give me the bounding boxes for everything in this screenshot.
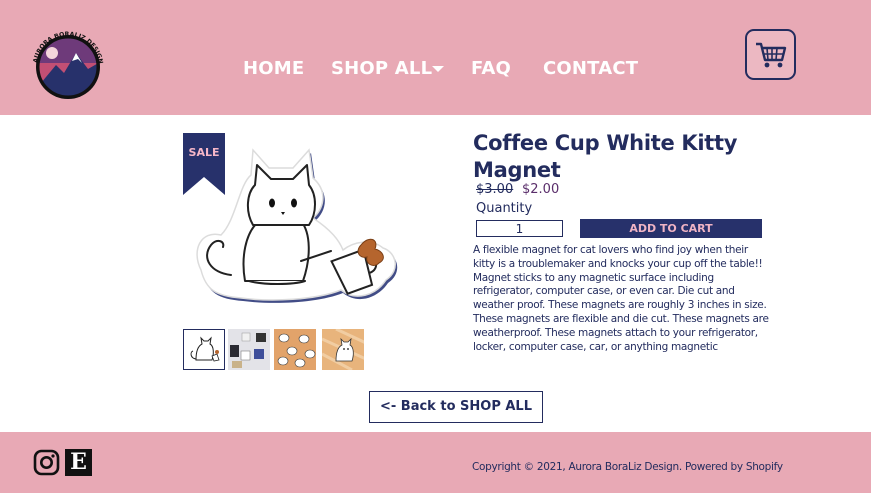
product-title: Coffee Cup White Kitty Magnet [473, 131, 738, 182]
thumbnail-1[interactable] [183, 329, 225, 370]
site-header [0, 0, 871, 115]
thumbnail-2[interactable] [228, 329, 270, 370]
product-description: A flexible magnet for cat lovers who fin… [473, 244, 769, 353]
original-price: $3.00 [476, 182, 514, 197]
instagram-icon[interactable] [33, 449, 60, 476]
back-to-shop-button[interactable]: <- Back to SHOP ALL [369, 391, 543, 423]
add-to-cart-button[interactable]: ADD TO CART [580, 219, 762, 238]
cart-icon [755, 42, 786, 67]
thumbnail-3[interactable] [274, 329, 316, 370]
nav-home[interactable]: HOME [243, 58, 304, 79]
chevron-down-icon[interactable] [432, 66, 444, 72]
sale-badge-label: SALE [188, 146, 220, 159]
nav-faq[interactable]: FAQ [471, 58, 511, 79]
quantity-label: Quantity [476, 201, 533, 216]
copyright-text: Copyright © 2021, Aurora BoraLiz Design.… [472, 461, 783, 473]
sale-badge [183, 133, 225, 195]
cart-button[interactable] [745, 29, 796, 80]
quantity-input[interactable] [476, 220, 563, 237]
nav-shop-all[interactable]: SHOP ALL [331, 58, 432, 79]
thumbnail-4[interactable] [322, 329, 364, 370]
brand-logo[interactable]: AURORA BORALIZ DESIGN [32, 27, 104, 99]
nav-contact[interactable]: CONTACT [543, 58, 638, 79]
sale-price: $2.00 [522, 182, 560, 197]
etsy-icon[interactable]: E [65, 449, 92, 476]
